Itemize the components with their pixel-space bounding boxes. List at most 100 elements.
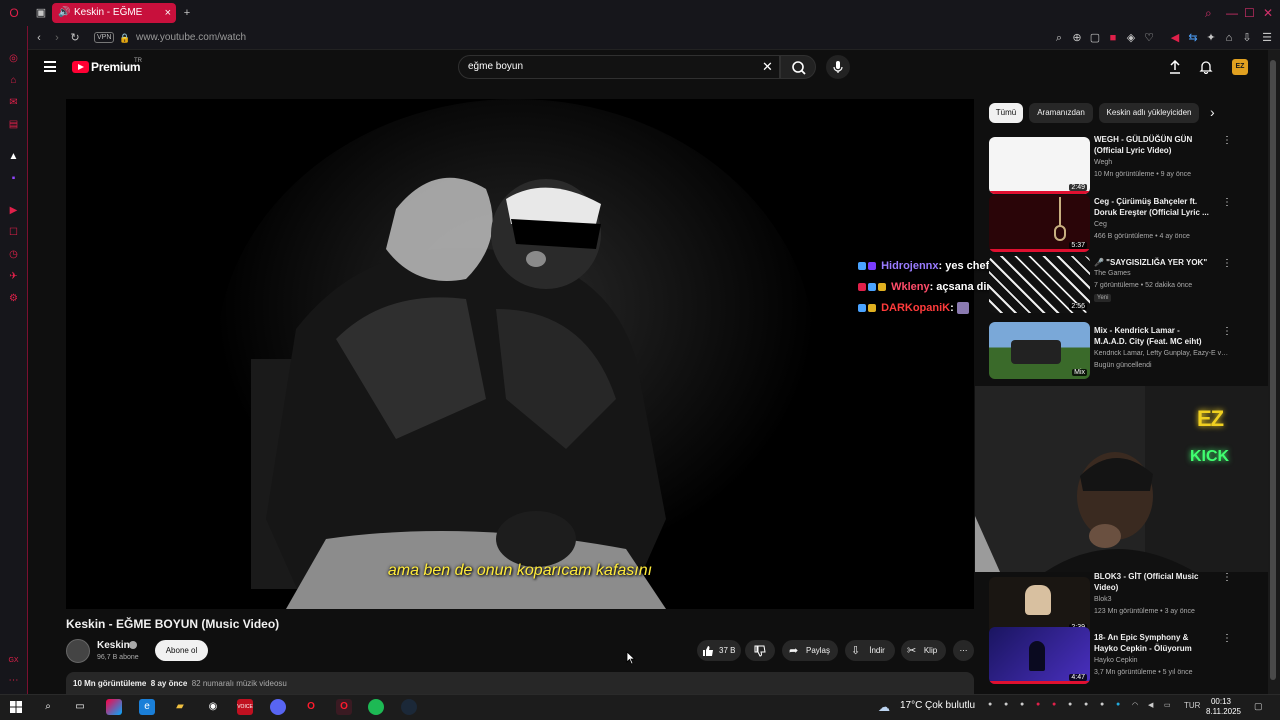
chevron-right-icon[interactable]: › [1210,104,1215,120]
recommendation-title[interactable]: Mix - Kendrick Lamar - M.A.A.D. City (Fe… [1094,325,1214,347]
recommendation-title[interactable]: 🎤 "SAYGISIZLIĞA YER YOK" [1094,257,1214,268]
logo-text[interactable]: Premium [91,60,141,74]
opera-logo-icon[interactable]: O [7,6,21,20]
opera-gx-icon[interactable]: O [336,699,352,715]
tray-icon[interactable]: ● [1084,701,1088,708]
steam-icon[interactable] [401,699,417,715]
player-icon[interactable]: ▶ [7,204,20,217]
more-vert-icon[interactable]: ⋮ [1222,197,1232,208]
hamburger-menu-icon[interactable] [44,61,56,72]
battery-icon[interactable]: ▭ [1164,701,1171,709]
recommendation-channel[interactable]: Blok3 [1094,596,1112,603]
subscribe-button[interactable]: Abone ol [155,640,208,661]
puzzle-icon[interactable]: ✦ [1204,31,1218,45]
search-tabs-icon[interactable]: ⌕ [1205,6,1212,21]
video-player[interactable]: ama ben de onun koparıcam kafasını [66,99,974,609]
recommendation-title[interactable]: BLOK3 - GİT (Official Music Video) [1094,571,1214,593]
volume-icon[interactable]: ◀ [1168,31,1182,45]
more-icon[interactable]: ⋯ [7,674,20,687]
tray-icon[interactable]: ● [1100,701,1104,708]
settings-icon[interactable]: ⚙ [7,292,20,305]
messenger-icon[interactable]: ✉ [7,96,20,109]
recommendation-channel[interactable]: Hayko Cepkin [1094,657,1138,664]
translate-icon[interactable]: ⇆ [1186,31,1200,45]
zoom-icon[interactable]: ⌕ [1052,31,1066,45]
more-actions-button[interactable]: ⋯ [953,640,974,661]
recommendation-thumbnail[interactable]: 2:56 [989,256,1090,313]
ai-icon[interactable]: ◎ [7,52,20,65]
vpn-badge[interactable]: VPN [94,32,115,43]
weather-temp[interactable]: 17°C [900,700,922,711]
chip-from-uploader[interactable]: Keskin adlı yükleyiciden [1099,103,1199,123]
pinboard-icon[interactable]: ✈ [7,270,20,283]
pin-icon[interactable]: ⊕ [1070,31,1084,45]
voicemeeter-icon[interactable]: VOICE [237,699,253,715]
search-button[interactable] [780,55,816,79]
tab-youtube[interactable]: 🔊 Keskin - EĞME BOYUN × [52,3,176,38]
tray-icon[interactable]: ● [988,701,992,708]
voice-search-button[interactable] [826,55,850,79]
recommendation-thumbnail[interactable]: 2:49 [989,137,1090,194]
news-icon[interactable]: ▤ [7,118,20,131]
more-vert-icon[interactable]: ⋮ [1222,258,1232,269]
copilot-icon[interactable] [106,699,122,715]
weather-text[interactable]: Çok bulutlu [925,700,975,711]
windows-start-icon[interactable] [10,701,22,713]
wifi-icon[interactable]: ◠ [1132,701,1138,709]
recommendation-thumbnail[interactable]: 4:47 [989,627,1090,684]
youtube-logo-icon[interactable] [72,61,89,73]
menu-icon[interactable]: ☰ [1260,31,1274,45]
adblock-icon[interactable]: ■ [1106,31,1120,45]
notifications-icon[interactable] [1199,60,1213,74]
search-value[interactable]: eğme boyun [468,61,523,72]
shopping-icon[interactable]: ⌂ [7,74,20,87]
opera-icon[interactable]: O [303,699,319,715]
scrollbar-thumb[interactable] [1270,60,1276,680]
url-text[interactable]: www.youtube.com/watch [136,32,246,43]
chip-all[interactable]: Tümü [989,103,1023,123]
tray-icon[interactable]: ● [1020,701,1024,708]
recommendation-thumbnail[interactable]: 5:37 [989,195,1090,252]
minimize-icon[interactable]: — [1226,6,1238,20]
workspaces-icon[interactable]: ▣ [34,6,48,20]
chip-from-search[interactable]: Aramanızdan [1029,103,1093,123]
tray-icon[interactable]: ● [1036,701,1040,708]
discord-icon[interactable] [270,699,286,715]
maximize-icon[interactable]: ☐ [1244,6,1255,20]
upload-icon[interactable] [1168,60,1182,74]
more-vert-icon[interactable]: ⋮ [1222,572,1232,583]
recommendation-thumbnail[interactable]: Mix [989,322,1090,379]
back-icon[interactable]: ‹ [32,31,46,45]
more-vert-icon[interactable]: ⋮ [1222,633,1232,644]
twitch-icon[interactable]: ▪ [7,172,20,185]
sound-icon[interactable]: ◀ [1148,701,1153,709]
edge-icon[interactable]: e [139,699,155,715]
clear-search-icon[interactable]: ✕ [762,59,773,75]
recommendation-channel[interactable]: Ceg [1094,221,1107,228]
video-tag[interactable]: 82 numaralı müzik videosu [192,679,287,688]
close-window-icon[interactable]: ✕ [1263,6,1273,20]
file-explorer-icon[interactable]: ▰ [172,699,188,715]
speaker-icon[interactable]: 🔊 [58,3,70,23]
recommendation-title[interactable]: WEGH - GÜLDÜĞÜN GÜN (Official Lyric Vide… [1094,134,1214,156]
heart-icon[interactable]: ♡ [1142,31,1156,45]
tray-icon[interactable]: ● [1004,701,1008,708]
snapshot-icon[interactable]: ▢ [1088,31,1102,45]
tray-icon[interactable]: ● [1052,701,1056,708]
notification-center-icon[interactable]: ▢ [1254,701,1263,712]
search-taskbar-icon[interactable]: ⌕ [40,699,56,715]
channel-name[interactable]: Keskin [97,640,130,651]
easy-setup-icon[interactable]: ⌂ [1222,31,1236,45]
recommendation-thumbnail[interactable]: 2:39 [989,577,1090,634]
gx-icon[interactable]: GX [7,654,20,667]
recommendation-channel[interactable]: The Games [1094,270,1131,277]
obs-icon[interactable]: ◉ [205,699,221,715]
recommendation-channel[interactable]: Kendrick Lamar, Lefty Gunplay, Eazy-E ve… [1094,350,1230,357]
bookmarks-icon[interactable]: ☐ [7,226,20,239]
dislike-button[interactable] [745,640,775,661]
new-tab-icon[interactable]: + [180,6,194,20]
recommendation-title[interactable]: 18- An Epic Symphony & Hayko Cepkin - Öl… [1094,632,1214,654]
close-tab-icon[interactable]: × [165,3,171,23]
reload-icon[interactable]: ↻ [68,31,82,45]
task-view-icon[interactable]: ▭ [72,699,88,715]
